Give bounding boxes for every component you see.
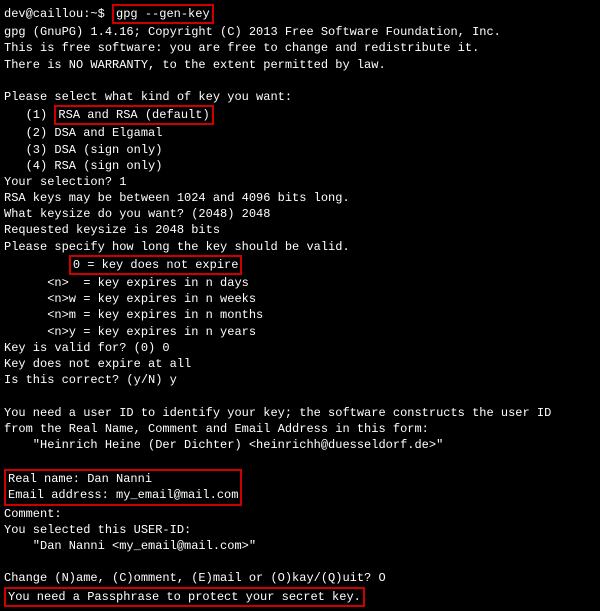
userid-example: "Heinrich Heine (Der Dichter) <heinrichh… [4,437,596,453]
opt0-highlight: 0 = key does not expire [69,255,243,275]
header-line-2: This is free software: you are free to c… [4,40,596,56]
opt0-pre [4,258,69,272]
real-name-line: Real name: Dan Nanni [8,471,238,487]
opt1-text: RSA and RSA (default) [58,108,209,122]
expiry-prompt: Please specify how long the key should b… [4,239,596,255]
userid-need-2: from the Real Name, Comment and Email Ad… [4,421,596,437]
email-line: Email address: my_email@mail.com [8,487,238,503]
expiry-correct: Is this correct? (y/N) y [4,372,596,388]
key-type-option-1: (1) RSA and RSA (default) [4,105,596,125]
opt1-highlight: RSA and RSA (default) [54,105,213,125]
userid-input-block: Real name: Dan Nanni Email address: my_e… [4,469,242,505]
expiry-valid-for: Key is valid for? (0) 0 [4,340,596,356]
keysize-confirm: Requested keysize is 2048 bits [4,222,596,238]
blank-line [4,73,596,89]
blank-line [4,554,596,570]
key-type-option-3: (3) DSA (sign only) [4,142,596,158]
change-prompt: Change (N)ame, (C)omment, (E)mail or (O)… [4,570,596,586]
prompt-path: :~$ [83,7,112,21]
header-line-3: There is NO WARRANTY, to the extent perm… [4,57,596,73]
key-type-option-2: (2) DSA and Elgamal [4,125,596,141]
header-line-1: gpg (GnuPG) 1.4.16; Copyright (C) 2013 F… [4,24,596,40]
expiry-option-ny: <n>y = key expires in n years [4,324,596,340]
passphrase-highlight: You need a Passphrase to protect your se… [4,587,365,607]
expiry-option-nm: <n>m = key expires in n months [4,307,596,323]
expiry-option-0: 0 = key does not expire [4,255,596,275]
blank-line [4,453,596,469]
comment-line: Comment: [4,506,596,522]
passphrase-line: You need a Passphrase to protect your se… [4,587,596,607]
prompt-user-host: dev@caillou [4,7,83,21]
keysize-range: RSA keys may be between 1024 and 4096 bi… [4,190,596,206]
prompt-line: dev@caillou:~$ gpg --gen-key [4,4,596,24]
expiry-option-nw: <n>w = key expires in n weeks [4,291,596,307]
passphrase-text: You need a Passphrase to protect your se… [8,590,361,604]
selected-userid-value: "Dan Nanni <my_email@mail.com>" [4,538,596,554]
command-highlight: gpg --gen-key [112,4,214,24]
selected-userid-header: You selected this USER-ID: [4,522,596,538]
key-type-selection: Your selection? 1 [4,174,596,190]
userid-highlight: Real name: Dan Nanni Email address: my_e… [4,469,242,505]
blank-line [4,388,596,404]
opt1-num: (1) [4,108,54,122]
expiry-option-n: <n> = key expires in n days [4,275,596,291]
keysize-ask: What keysize do you want? (2048) 2048 [4,206,596,222]
key-type-prompt: Please select what kind of key you want: [4,89,596,105]
opt0-text: 0 = key does not expire [73,258,239,272]
key-type-option-4: (4) RSA (sign only) [4,158,596,174]
expiry-not-expire: Key does not expire at all [4,356,596,372]
command-text: gpg --gen-key [116,7,210,21]
userid-need-1: You need a user ID to identify your key;… [4,405,596,421]
